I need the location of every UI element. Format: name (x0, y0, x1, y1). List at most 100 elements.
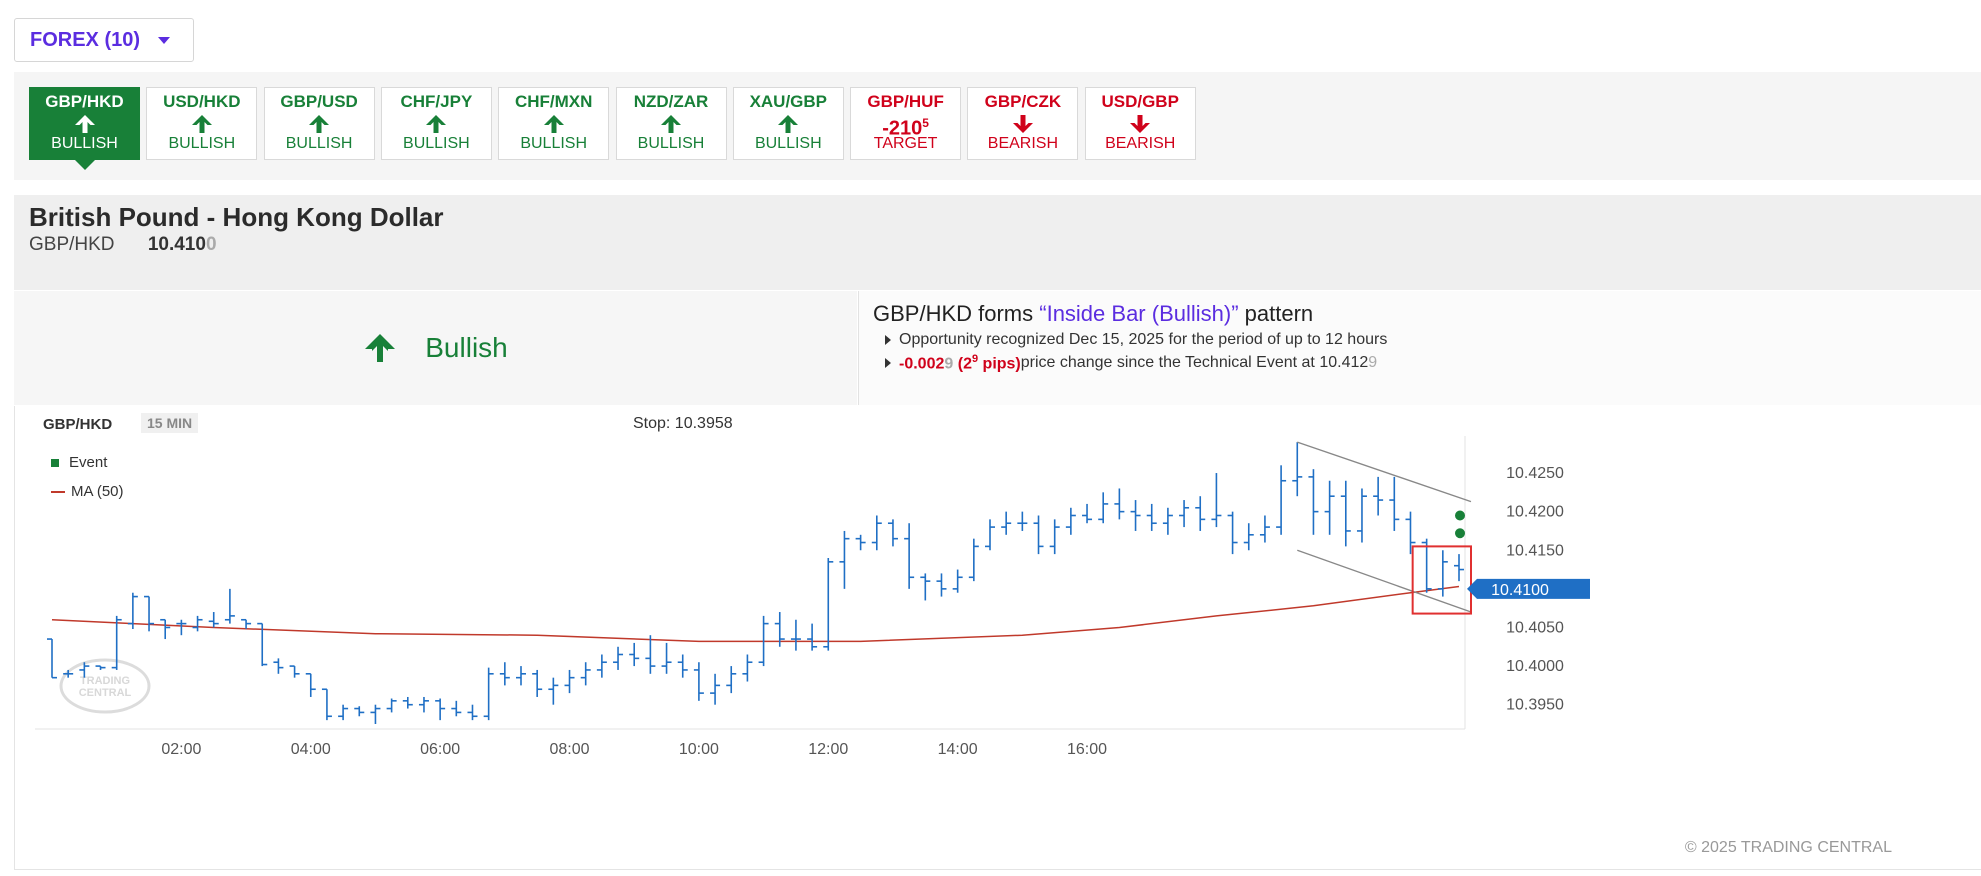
ohlc-bar (790, 619, 801, 651)
ohlc-bar (418, 696, 429, 713)
tile-status: BEARISH (987, 135, 1059, 152)
ohlc-bar (1356, 488, 1367, 543)
ohlc-bar (839, 530, 850, 589)
ohlc-bar (823, 557, 834, 651)
ohlc-bar (305, 673, 316, 697)
ohlc-bar (1130, 500, 1141, 531)
ohlc-bar (596, 654, 607, 678)
instrument-tile-usd-gbp[interactable]: USD/GBP BEARISH (1084, 87, 1196, 160)
caret-right-icon (885, 358, 891, 369)
ohlc-bar (1001, 511, 1012, 535)
tile-pair: USD/GBP (1101, 92, 1179, 111)
instrument-symbol: GBP/HKD (29, 233, 115, 255)
ohlc-bar (1146, 503, 1157, 531)
ohlc-bar (613, 646, 624, 670)
price-chart[interactable]: TRADINGCENTRAL 10.4250 10.4200 10.4150 10.41… (15, 406, 1981, 870)
tile-pair: USD/HKD (163, 92, 241, 111)
ohlc-bar (968, 538, 979, 582)
y-tick-label: 10.4000 (1506, 658, 1564, 675)
event-marker (1455, 528, 1465, 539)
chart-panel: GBP/HKD 15 MIN Stop: 10.3958 Event MA (5… (14, 406, 1981, 870)
ohlc-bar (1033, 515, 1044, 555)
arrow-up-icon (30, 112, 139, 134)
instrument-tile-usd-hkd[interactable]: USD/HKD BULLISH (146, 87, 258, 160)
ohlc-bar (710, 673, 721, 705)
target-value: -2105 (882, 116, 929, 140)
arrow-up-icon (365, 334, 396, 362)
tile-status: BULLISH (520, 135, 588, 152)
ohlc-bar (1049, 519, 1060, 555)
tile-pair: GBP/CZK (984, 92, 1062, 111)
ohlc-bar (548, 677, 559, 705)
ohlc-bar (338, 704, 349, 721)
ohlc-bar (1114, 488, 1125, 520)
arrow-down-icon (968, 112, 1077, 134)
ohlc-bar (321, 688, 332, 721)
event-marker (1455, 510, 1465, 521)
ohlc-bar (370, 704, 381, 724)
watermark-text: TRADING (80, 675, 130, 687)
channel-upper-line (1297, 441, 1472, 503)
channel-lower-line (1297, 549, 1472, 613)
instrument-tile-chf-jpy[interactable]: CHF/JPY BULLISH (380, 87, 492, 160)
instrument-strip: GBP/HKD BULLISH USD/HKD BULLISH GBP/USD BULLI… (14, 72, 1981, 180)
ohlc-bar (1227, 511, 1238, 555)
instrument-tile-gbp-czk[interactable]: GBP/CZK BEARISH (967, 87, 1079, 160)
ohlc-bar (677, 654, 688, 678)
y-tick-label: 10.4200 (1506, 504, 1564, 521)
ohlc-bar (1308, 469, 1319, 535)
instrument-tile-nzd-zar[interactable]: NZD/ZAR BULLISH (615, 87, 727, 160)
ohlc-bar (726, 666, 737, 694)
ohlc-bar (920, 573, 931, 601)
ohlc-bar (871, 515, 882, 551)
ohlc-bar (516, 666, 526, 686)
ohlc-bar (1405, 511, 1416, 555)
ohlc-bar (95, 665, 106, 670)
ohlc-bar (952, 569, 963, 593)
instrument-tile-gbp-huf[interactable]: GBP/HUF -2105 TARGET (850, 87, 962, 160)
ohlc-bar (483, 667, 494, 721)
chevron-down-icon (158, 36, 171, 44)
ohlc-bar (1065, 507, 1076, 535)
ohlc-bar (985, 519, 995, 551)
instrument-title: British Pound - Hong Kong Dollar (29, 202, 444, 232)
pattern-name: “Inside Bar (Bullish)” (1039, 301, 1239, 326)
ohlc-bar (936, 573, 947, 597)
ohlc-bar (1437, 550, 1448, 597)
ohlc-bar (564, 669, 575, 694)
ohlc-bar (289, 665, 300, 678)
ohlc-bar (192, 615, 203, 632)
tile-status: BULLISH (754, 135, 822, 152)
ohlc-bar (499, 662, 510, 686)
ohlc-bar (47, 638, 57, 679)
ohlc-bar (1211, 473, 1222, 528)
instrument-tile-chf-mxn[interactable]: CHF/MXN BULLISH (498, 87, 610, 160)
ohlc-bar (1324, 480, 1335, 535)
tile-pair: NZD/ZAR (633, 92, 709, 111)
app-root: FOREX (10) GBP/HKD BULLISH USD/HKD BULLISH G… (0, 0, 1981, 876)
ohlc-bar (904, 523, 915, 589)
ma50-line (51, 585, 1460, 643)
x-tick-label: 12:00 (808, 741, 848, 758)
arrow-up-icon (734, 112, 843, 134)
signal-label: Bullish (425, 332, 508, 363)
ohlc-bar (160, 618, 171, 640)
ohlc-bar (451, 700, 462, 717)
instrument-tile-gbp-hkd[interactable]: GBP/HKD BULLISH (29, 87, 140, 170)
category-dropdown[interactable]: FOREX (10) (14, 18, 194, 62)
event-line-2: -0.0029 (29 pips) price change since the… (873, 353, 1967, 373)
x-tick-label: 06:00 (420, 741, 460, 758)
watermark-text: CENTRAL (79, 687, 132, 699)
x-tick-label: 08:00 (549, 741, 589, 758)
ohlc-bar (645, 635, 656, 674)
ohlc-bar (1243, 523, 1254, 551)
ohlc-bar (1195, 496, 1206, 531)
x-tick-label: 14:00 (938, 741, 978, 758)
instrument-tile-xau-gbp[interactable]: XAU/GBP BULLISH (732, 87, 844, 160)
ohlc-bar (1276, 465, 1287, 535)
instrument-tile-gbp-usd[interactable]: GBP/USD BULLISH (263, 87, 375, 160)
tile-status: BEARISH (1105, 135, 1176, 152)
arrow-down-icon (1086, 112, 1195, 134)
ohlc-bar (1098, 492, 1109, 524)
ohlc-bar (176, 619, 187, 636)
